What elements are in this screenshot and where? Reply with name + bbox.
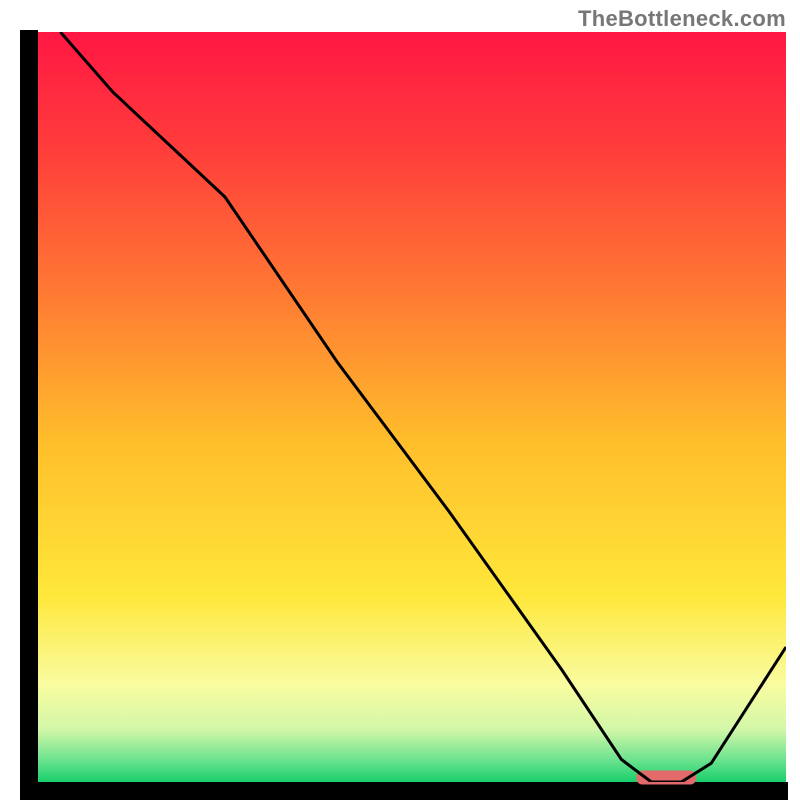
watermark-text: TheBottleneck.com	[578, 6, 786, 32]
chart-svg	[0, 0, 800, 800]
gradient-background	[38, 32, 786, 782]
chart-container: TheBottleneck.com	[0, 0, 800, 800]
